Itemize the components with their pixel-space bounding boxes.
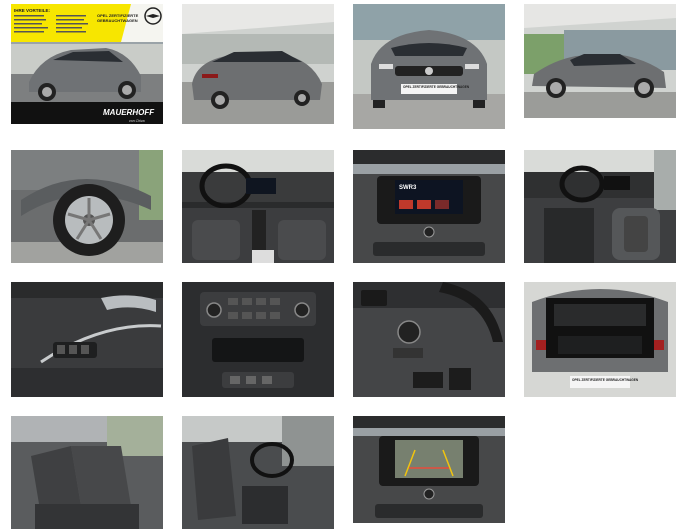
rear-plate-text: OPEL ZERTIFIZIERTE GEBRAUCHTWAGEN [572,378,639,382]
door-panel-image [11,282,163,397]
driver-interior-image [524,150,676,263]
rear-seats-image [11,416,163,529]
thumbnail-infotainment[interactable]: SWR3 [353,150,505,263]
center-screen [246,178,276,194]
banner-heading: IHRE VORTEILE: [14,8,51,13]
dealer-sub: von Chiva [129,119,145,123]
pedal-shape-2 [449,368,471,390]
dealer-name: MAUERHOFF [103,108,155,117]
camera-view [395,440,463,478]
banner-badge-line2: GEBRAUCHTWAGEN [97,18,138,23]
thumbnail-dashboard[interactable] [182,150,334,263]
thumbnail-rear-three-quarter[interactable] [182,4,334,124]
wheel-image [11,150,163,263]
infotainment-image: SWR3 [353,150,505,263]
thumbnail-open-trunk[interactable]: OPEL ZERTIFIZIERTE GEBRAUCHTWAGEN [524,282,676,397]
thumbnail-driver-interior[interactable] [524,150,676,263]
thumbnail-wheel[interactable] [11,150,163,263]
thumbnail-center-console[interactable] [182,282,334,397]
light-switch-knob-icon [397,320,421,344]
climate-knob-right-icon [294,302,310,318]
thumbnail-front-seats[interactable] [182,416,334,529]
center-console-image [182,282,334,397]
rear-camera-image [353,416,505,523]
thumbnail-door-panel[interactable] [11,282,163,397]
thumbnail-front[interactable]: OPEL ZERTIFIZIERTE GEBRAUCHTWAGEN [353,4,505,129]
car-side-image [524,4,676,118]
car-rear-image [182,4,334,124]
volume-knob-icon [423,226,435,238]
light-switch-image [353,282,505,397]
thumbnail-front-with-banner[interactable]: IHRE VORTEILE: OPEL ZERTIFIZIERTE GEBRAU… [11,4,163,124]
radio-label: SWR3 [399,185,417,191]
thumbnail-light-switch[interactable] [353,282,505,397]
climate-knob-left-icon [206,302,222,318]
car-front-image: OPEL ZERTIFIZIERTE GEBRAUCHTWAGEN [353,4,505,129]
open-trunk-image: OPEL ZERTIFIZIERTE GEBRAUCHTWAGEN [524,282,676,397]
air-vent-shape [361,290,387,306]
storage-tray [212,338,304,362]
front-seats-image [182,416,334,529]
opel-logo-icon [425,67,433,75]
thumbnail-rear-camera[interactable] [353,416,505,523]
pedal-shape [413,372,443,388]
thumbnail-side-profile[interactable] [524,4,676,118]
front-plate-text: OPEL ZERTIFIZIERTE GEBRAUCHTWAGEN [403,85,470,89]
dashboard-image [182,150,334,263]
thumbnail-rear-seats[interactable] [11,416,163,529]
volume-knob-icon [423,488,435,500]
car-front-banner-image: IHRE VORTEILE: OPEL ZERTIFIZIERTE GEBRAU… [11,4,163,124]
